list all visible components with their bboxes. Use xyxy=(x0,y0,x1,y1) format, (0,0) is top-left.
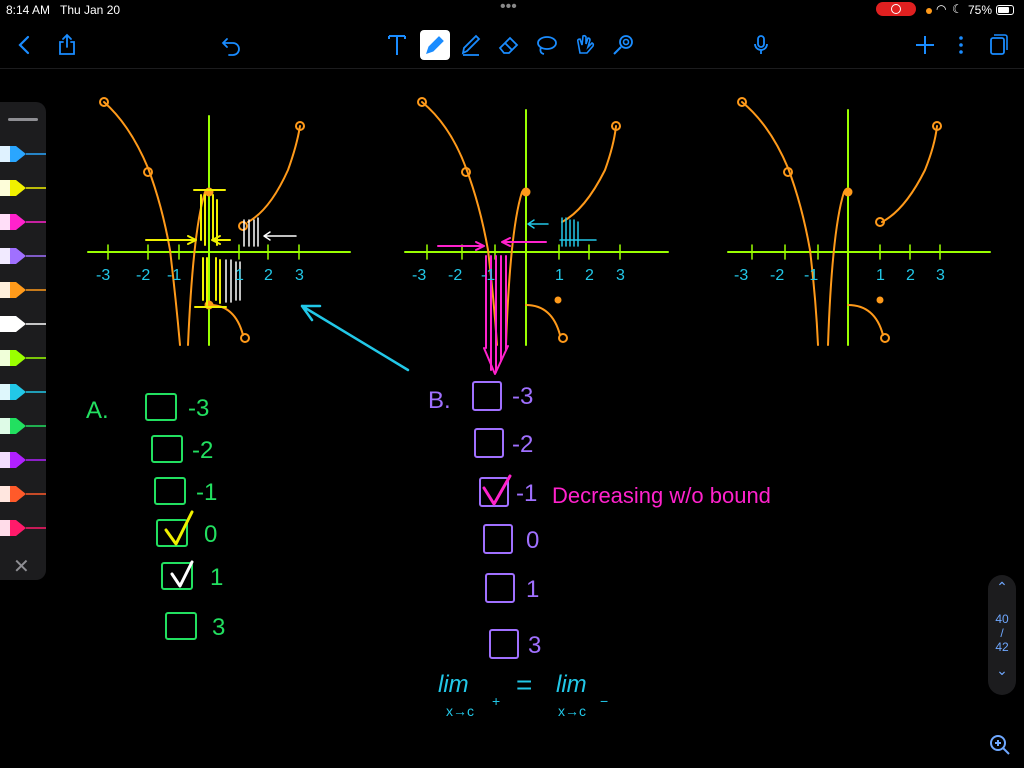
laser-pointer-icon[interactable] xyxy=(608,30,638,60)
status-bar: 8:14 AM Thu Jan 20 ••• ◠ ☾ 75% xyxy=(0,0,1024,22)
battery-percent: 75% xyxy=(968,3,993,17)
tick-label: -1 xyxy=(167,267,181,284)
tick-label: 3 xyxy=(295,267,304,284)
limit-equation: lim x→c + = lim x→c − xyxy=(438,669,608,719)
graph-2 xyxy=(404,97,669,375)
more-icon[interactable] xyxy=(946,30,976,60)
option-label: 1 xyxy=(526,576,539,603)
tick-label: -1 xyxy=(481,267,495,284)
multitask-dots-icon[interactable]: ••• xyxy=(500,0,517,16)
page-down-icon[interactable]: ⌄ xyxy=(996,662,1008,679)
tick-label: -2 xyxy=(136,267,150,284)
back-icon[interactable] xyxy=(10,30,40,60)
limit-right: lim xyxy=(556,671,587,698)
microphone-icon[interactable] xyxy=(746,30,776,60)
option-label: 0 xyxy=(204,521,217,548)
tick-label: -2 xyxy=(770,267,784,284)
undo-icon[interactable] xyxy=(216,30,246,60)
toolbar xyxy=(0,22,1024,69)
tick-label: -2 xyxy=(448,267,462,284)
tick-label: -3 xyxy=(734,267,748,284)
page-current: 40 xyxy=(995,612,1009,626)
tick-label: -3 xyxy=(412,267,426,284)
limit-right-sub: x→c xyxy=(558,703,586,719)
limit-left-sup: + xyxy=(492,693,500,709)
tick-label: 1 xyxy=(555,267,564,284)
note-ink: -3 -2 -1 1 2 3 -3 -2 -1 1 2 3 -3 -2 -1 1… xyxy=(86,97,991,719)
note-canvas[interactable]: -3 -2 -1 1 2 3 -3 -2 -1 1 2 3 -3 -2 -1 1… xyxy=(0,68,1024,768)
battery-icon xyxy=(996,5,1014,15)
limit-right-sup: − xyxy=(600,693,608,709)
pages-icon[interactable] xyxy=(982,30,1012,60)
graph-1-ticks: -3 -2 -1 1 2 3 xyxy=(96,267,304,284)
limit-left: lim xyxy=(438,671,469,698)
option-label: -3 xyxy=(512,383,533,410)
page-navigator: ⌃ 40 / 42 ⌄ xyxy=(988,575,1016,695)
page-up-icon[interactable]: ⌃ xyxy=(996,579,1008,596)
question-a-boxes xyxy=(145,393,197,640)
add-icon[interactable] xyxy=(910,30,940,60)
tick-label: -3 xyxy=(96,267,110,284)
tick-label: 2 xyxy=(264,267,273,284)
tick-label: 3 xyxy=(936,267,945,284)
question-a-options: -3 -2 -1 0 1 3 xyxy=(188,395,225,641)
tick-label: 1 xyxy=(235,267,244,284)
tick-label: 2 xyxy=(585,267,594,284)
option-label: 3 xyxy=(528,632,541,659)
mic-in-use-icon xyxy=(926,8,932,14)
option-label: 1 xyxy=(210,564,223,591)
screen-recording-icon[interactable] xyxy=(876,2,916,16)
graph-2-ticks: -3 -2 -1 1 2 3 xyxy=(412,267,625,284)
decreasing-note: Decreasing w/o bound xyxy=(552,483,771,508)
moon-icon: ☾ xyxy=(952,2,963,16)
option-label: -2 xyxy=(192,437,213,464)
wifi-icon: ◠ xyxy=(936,2,947,16)
option-label: 3 xyxy=(212,614,225,641)
zoom-icon[interactable] xyxy=(988,733,1016,761)
question-b-options: -3 -2 -1 0 1 3 xyxy=(512,383,541,659)
graph-3 xyxy=(727,97,991,346)
question-a-label: A. xyxy=(86,397,109,424)
option-label: -1 xyxy=(516,480,537,507)
question-b-boxes xyxy=(472,381,519,659)
graph-3-ticks: -3 -2 -1 1 2 3 xyxy=(734,267,945,284)
page-total: 42 xyxy=(995,640,1009,654)
tick-label: -1 xyxy=(804,267,818,284)
option-label: -1 xyxy=(196,479,217,506)
highlighter-tool-icon[interactable] xyxy=(456,30,486,60)
option-label: -2 xyxy=(512,431,533,458)
text-tool-icon[interactable] xyxy=(382,30,412,60)
status-date: Thu Jan 20 xyxy=(60,3,121,17)
question-b-label: B. xyxy=(428,387,451,414)
page-separator: / xyxy=(1000,626,1004,640)
share-icon[interactable] xyxy=(52,30,82,60)
lasso-tool-icon[interactable] xyxy=(532,30,562,60)
graph-1 xyxy=(87,97,410,372)
limit-left-sub: x→c xyxy=(446,703,474,719)
pen-tool-icon[interactable] xyxy=(420,30,450,60)
option-label: 0 xyxy=(526,527,539,554)
limit-equals: = xyxy=(516,669,532,700)
option-label: -3 xyxy=(188,395,209,422)
shapes-tool-icon[interactable] xyxy=(570,30,600,60)
tick-label: 2 xyxy=(906,267,915,284)
tick-label: 1 xyxy=(876,267,885,284)
eraser-tool-icon[interactable] xyxy=(494,30,524,60)
status-time: 8:14 AM xyxy=(6,3,51,17)
tick-label: 3 xyxy=(616,267,625,284)
